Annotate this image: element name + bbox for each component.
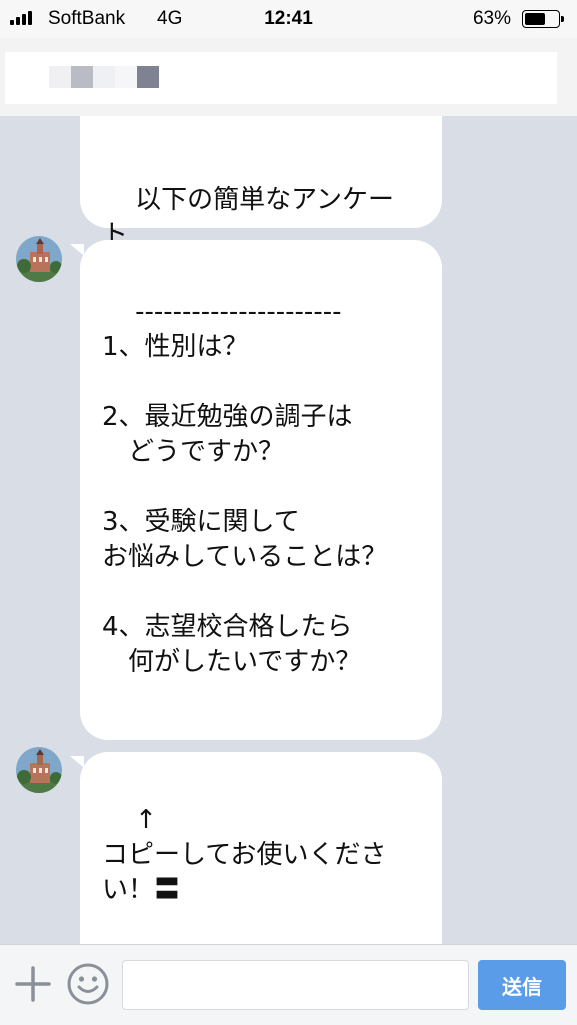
message-text: ---------------------- 1、性別は？ 2、最近勉強の調子は… [102,297,388,782]
message-text: ↑ コピーしてお使いくださ い！〓 アンケートに答えていた だいた方からまとめ無… [102,805,387,905]
smiley-icon[interactable] [66,962,110,1006]
obscured-chat-title [5,52,557,104]
message-bubble: ↑ コピーしてお使いくださ い！〓 アンケートに答えていた だいた方からまとめ無… [80,752,442,944]
battery-icon [522,10,564,28]
battery-percentage: 63% [472,8,511,29]
sender-avatar[interactable] [16,236,62,282]
message-input-bar: 送信 [0,944,577,1025]
building-avatar-icon [16,236,62,282]
bubble-tail [70,756,84,768]
sender-avatar[interactable] [16,747,62,793]
chat-message-list[interactable]: 以下の簡単なアンケート にご協力お願いします！ ----------------… [0,116,577,944]
message-bubble: ---------------------- 1、性別は？ 2、最近勉強の調子は… [80,240,442,782]
message-input[interactable] [122,960,469,1010]
message-bubble: 以下の簡単なアンケート にご協力お願いします！ [80,116,442,285]
plus-icon[interactable] [14,965,52,1003]
status-bar: SoftBank 4G 12:41 63% [0,0,577,38]
chat-header [0,38,577,116]
building-avatar-icon [16,747,62,793]
bubble-tail [70,244,84,256]
send-button[interactable]: 送信 [478,960,566,1010]
